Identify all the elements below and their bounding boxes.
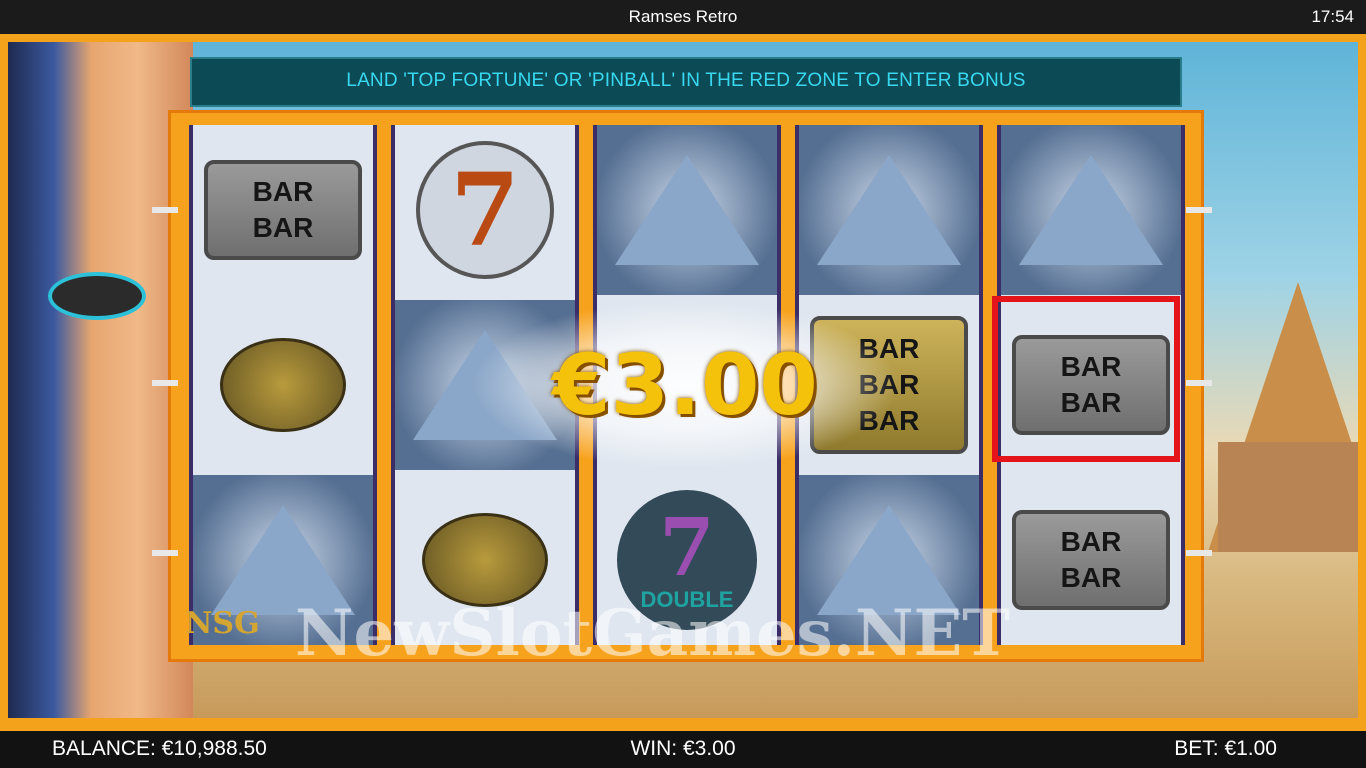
bet-label: BET: [1174,737,1219,760]
bar-label: BAR [1060,562,1122,593]
win-amount-popup: €3.00 [470,300,900,470]
bet-display[interactable]: BET: €1.00 [1174,737,1277,761]
symbol-diamond [597,125,777,295]
pharaoh-eye [48,272,146,320]
lemon-symbol-icon [422,513,548,607]
diamond-symbol-icon [615,155,759,265]
bar-double-symbol: BAR BAR [1012,510,1170,610]
payline-marker [152,380,178,386]
symbol-lemon [193,300,373,470]
status-bar: BALANCE: €10,988.50 WIN: €3.00 BET: €1.0… [0,731,1366,768]
payline-marker [1186,380,1212,386]
symbol-seven: 7 [395,125,575,295]
game-title: Ramses Retro [628,7,738,26]
payline-marker [1186,207,1212,213]
ruins-image [1218,442,1358,552]
lemon-symbol-icon [220,338,346,432]
win-value: €3.00 [682,737,736,760]
diamond-symbol-icon [1019,155,1163,265]
bar-label: BAR [252,176,314,207]
symbol-diamond [1001,125,1181,295]
win-label: WIN: [630,737,678,760]
clock: 17:54 [1311,7,1354,26]
payline-marker [152,550,178,556]
double-seven-number: 7 [659,500,715,594]
symbol-bar-bar: BAR BAR [193,125,373,295]
watermark-text: NewSlotGames.NET [295,596,1010,671]
top-bar: Ramses Retro 17:54 [0,0,1366,34]
bonus-info-banner: LAND 'TOP FORTUNE' OR 'PINBALL' IN THE R… [190,57,1182,107]
bar-label: BAR [1060,526,1122,557]
red-zone-highlight [992,296,1180,462]
watermark-logo: NSG [185,606,260,641]
win-display: WIN: €3.00 [0,737,1366,761]
diamond-symbol-icon [817,155,961,265]
symbol-diamond [799,125,979,295]
bar-label: BAR [252,212,314,243]
bar-double-symbol: BAR BAR [204,160,362,260]
payline-marker [152,207,178,213]
payline-marker [1186,550,1212,556]
bet-value: €1.00 [1224,737,1277,760]
bonus-info-text: LAND 'TOP FORTUNE' OR 'PINBALL' IN THE R… [346,70,1026,91]
reel-1: BAR BAR [189,125,377,645]
seven-symbol: 7 [416,141,554,279]
win-amount-text: €3.00 [552,336,818,434]
